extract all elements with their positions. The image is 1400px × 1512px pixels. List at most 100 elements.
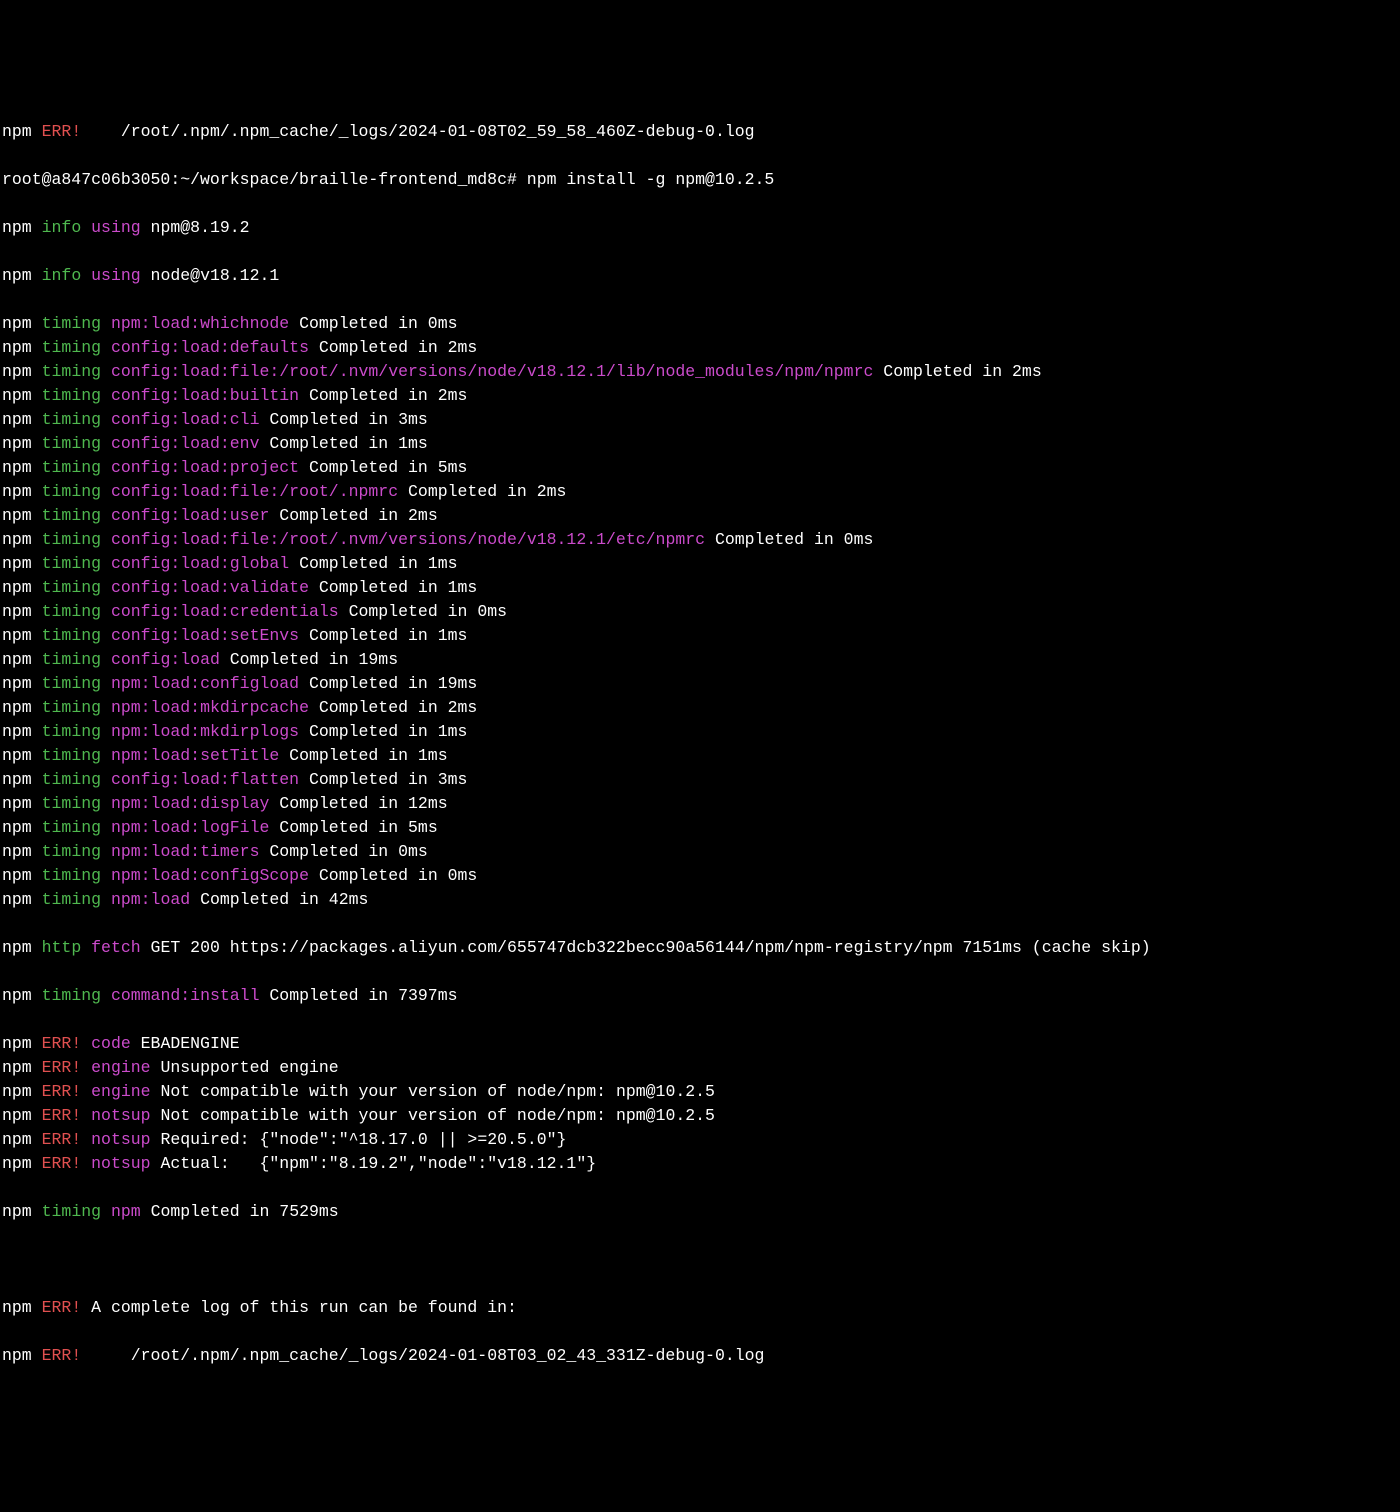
timing-label: timing xyxy=(42,554,101,573)
npm-label: npm xyxy=(2,890,32,909)
log-line: npm ERR! A complete log of this run can … xyxy=(2,1296,1398,1320)
timing-label: timing xyxy=(42,1202,101,1221)
log-line: npm ERR! notsup Actual: {"npm":"8.19.2",… xyxy=(2,1152,1398,1176)
timing-name: config:load xyxy=(111,650,220,669)
timing-name: npm:load:mkdirplogs xyxy=(111,722,299,741)
info-text: npm@8.19.2 xyxy=(141,218,250,237)
timing-rest: Completed in 1ms xyxy=(309,578,477,597)
timing-name: config:load:setEnvs xyxy=(111,626,299,645)
npm-label: npm xyxy=(2,530,32,549)
timing-rest: Completed in 12ms xyxy=(269,794,447,813)
err-category: code xyxy=(91,1034,131,1053)
timing-rest: Completed in 19ms xyxy=(299,674,477,693)
npm-label: npm xyxy=(2,650,32,669)
timing-rest: Completed in 2ms xyxy=(398,482,566,501)
timing-rest: Completed in 0ms xyxy=(259,842,427,861)
timing-label: timing xyxy=(42,650,101,669)
log-line: npm timing command:install Completed in … xyxy=(2,984,1398,1008)
blank-line xyxy=(2,1248,1398,1272)
err-label: ERR! xyxy=(42,1034,82,1053)
info-label: info xyxy=(42,266,82,285)
log-line: npm timing config:load:global Completed … xyxy=(2,552,1398,576)
log-line: npm ERR! /root/.npm/.npm_cache/_logs/202… xyxy=(2,1344,1398,1368)
timing-name: config:load:global xyxy=(111,554,289,573)
timing-name: config:load:file:/root/.nvm/versions/nod… xyxy=(111,530,705,549)
timing-rest: Completed in 5ms xyxy=(299,458,467,477)
npm-label: npm xyxy=(2,266,32,285)
timing-label: timing xyxy=(42,362,101,381)
npm-label: npm xyxy=(2,338,32,357)
npm-label: npm xyxy=(2,1202,32,1221)
timing-rest: Completed in 2ms xyxy=(873,362,1041,381)
timing-name: npm:load:display xyxy=(111,794,269,813)
log-line: npm timing config:load:defaults Complete… xyxy=(2,336,1398,360)
npm-label: npm xyxy=(2,698,32,717)
timing-rest: Completed in 3ms xyxy=(259,410,427,429)
log-line: npm timing npm:load:logFile Completed in… xyxy=(2,816,1398,840)
npm-label: npm xyxy=(2,506,32,525)
timing-label: timing xyxy=(42,794,101,813)
err-label: ERR! xyxy=(42,1346,82,1365)
err-text: Not compatible with your version of node… xyxy=(151,1106,715,1125)
log-line: npm timing config:load Completed in 19ms xyxy=(2,648,1398,672)
timing-rest: Completed in 2ms xyxy=(299,386,467,405)
http-label: http xyxy=(42,938,82,957)
timing-rest: Completed in 1ms xyxy=(259,434,427,453)
err-label: ERR! xyxy=(42,1106,82,1125)
prompt-line[interactable]: root@a847c06b3050:~/workspace/braille-fr… xyxy=(2,168,1398,192)
err-text: Actual: {"npm":"8.19.2","node":"v18.12.1… xyxy=(151,1154,597,1173)
err-label: ERR! xyxy=(42,1298,82,1317)
timing-rest: Completed in 0ms xyxy=(289,314,457,333)
log-line: npm timing npm:load:configScope Complete… xyxy=(2,864,1398,888)
log-line: npm timing npm:load Completed in 42ms xyxy=(2,888,1398,912)
log-line: npm info using npm@8.19.2 xyxy=(2,216,1398,240)
npm-label: npm xyxy=(2,842,32,861)
log-line: npm timing npm:load:configload Completed… xyxy=(2,672,1398,696)
timing-label: timing xyxy=(42,530,101,549)
npm-label: npm xyxy=(2,362,32,381)
npm-label: npm xyxy=(2,626,32,645)
npm-label: npm xyxy=(2,866,32,885)
npm-label: npm xyxy=(2,1082,32,1101)
err-text: Not compatible with your version of node… xyxy=(151,1082,715,1101)
npm-label: npm xyxy=(2,770,32,789)
err-text: A complete log of this run can be found … xyxy=(81,1298,517,1317)
fetch-label: fetch xyxy=(91,938,141,957)
timing-name: npm:load:logFile xyxy=(111,818,269,837)
timing-label: timing xyxy=(42,746,101,765)
timing-rest: Completed in 19ms xyxy=(220,650,398,669)
npm-label: npm xyxy=(2,1130,32,1149)
timing-name: config:load:project xyxy=(111,458,299,477)
timing-name: config:load:credentials xyxy=(111,602,339,621)
timing-label: timing xyxy=(42,482,101,501)
err-label: ERR! xyxy=(42,1058,82,1077)
log-line: npm timing config:load:user Completed in… xyxy=(2,504,1398,528)
err-category: engine xyxy=(91,1058,150,1077)
timing-rest: Completed in 5ms xyxy=(269,818,437,837)
err-text: Unsupported engine xyxy=(151,1058,339,1077)
log-line: npm timing npm Completed in 7529ms xyxy=(2,1200,1398,1224)
timing-rest: Completed in 2ms xyxy=(309,698,477,717)
terminal-output[interactable]: npm ERR! /root/.npm/.npm_cache/_logs/202… xyxy=(0,96,1400,1392)
timing-name: npm:load:configload xyxy=(111,674,299,693)
timing-label: timing xyxy=(42,386,101,405)
timing-label: timing xyxy=(42,890,101,909)
timing-rest: Completed in 0ms xyxy=(309,866,477,885)
npm-label: npm xyxy=(2,122,32,141)
timing-label: timing xyxy=(42,698,101,717)
npm-label: npm xyxy=(2,386,32,405)
log-line: npm ERR! engine Not compatible with your… xyxy=(2,1080,1398,1104)
timing-rest: Completed in 1ms xyxy=(299,722,467,741)
npm-label: npm xyxy=(2,218,32,237)
timing-name: config:load:builtin xyxy=(111,386,299,405)
npm-label: npm xyxy=(2,554,32,573)
log-line: npm timing config:load:project Completed… xyxy=(2,456,1398,480)
timing-rest: Completed in 7397ms xyxy=(259,986,457,1005)
info-label: info xyxy=(42,218,82,237)
timing-label: timing xyxy=(42,986,101,1005)
timing-name: npm:load:timers xyxy=(111,842,260,861)
npm-label: npm xyxy=(2,578,32,597)
err-category: notsup xyxy=(91,1130,150,1149)
timing-name: config:load:cli xyxy=(111,410,260,429)
err-label: ERR! xyxy=(42,122,82,141)
